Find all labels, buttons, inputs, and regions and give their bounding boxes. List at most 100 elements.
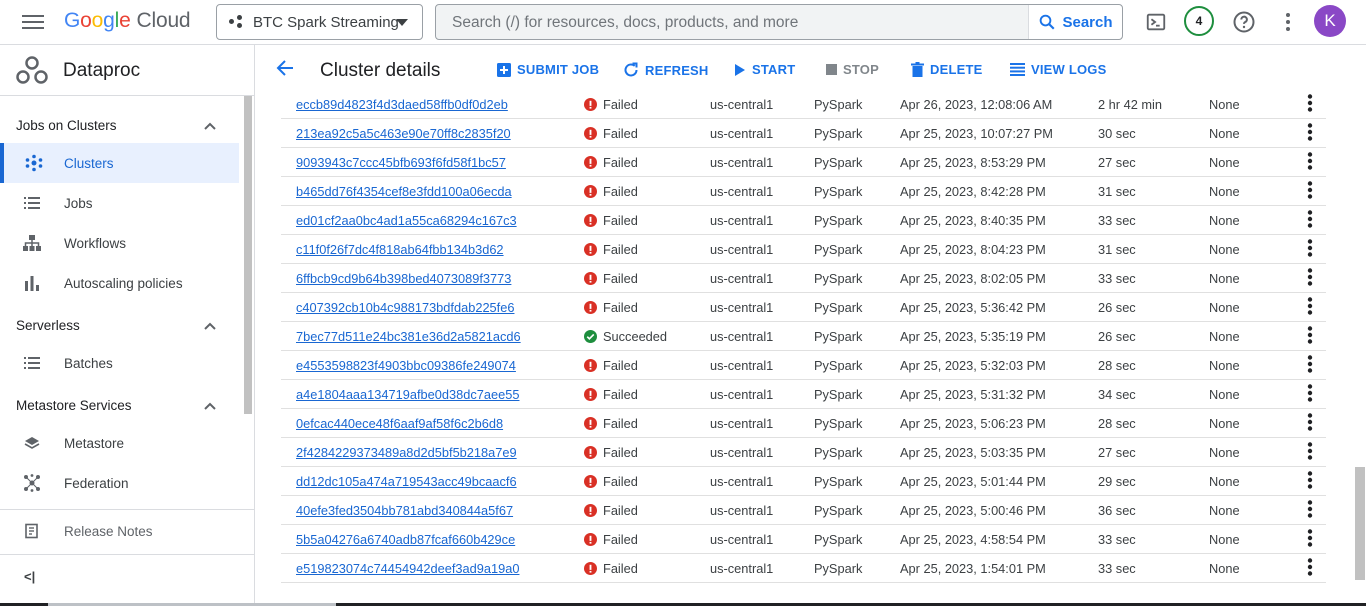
- page-title: Cluster details: [320, 60, 441, 81]
- row-actions-button[interactable]: [1293, 437, 1326, 467]
- section-serverless[interactable]: Serverless: [16, 318, 80, 333]
- labels-cell: None: [1209, 379, 1293, 409]
- sidebar-scrollbar[interactable]: [244, 96, 252, 414]
- row-actions-button[interactable]: [1293, 524, 1326, 554]
- refresh-button[interactable]: REFRESH: [623, 62, 709, 78]
- sidebar-item-federation[interactable]: Federation: [0, 463, 239, 503]
- elapsed-cell: 33 sec: [1098, 263, 1209, 293]
- table-row: c407392cb10b4c988173bdfdab225fe6 Failed us…: [281, 292, 1326, 322]
- back-arrow-icon[interactable]: [276, 59, 294, 77]
- sidebar-item-clusters[interactable]: Clusters: [0, 143, 239, 183]
- job-id-link[interactable]: 40efe3fed3504bb781abd340844a5f67: [296, 503, 513, 518]
- job-id-link[interactable]: dd12dc105a474a719543acc49bcaacf6: [296, 474, 517, 489]
- google-cloud-logo[interactable]: Google Cloud: [64, 9, 191, 33]
- sidebar-item-autoscaling[interactable]: Autoscaling policies: [0, 263, 239, 303]
- chevron-up-icon[interactable]: [204, 320, 216, 332]
- sidebar-item-batches[interactable]: Batches: [0, 343, 239, 383]
- job-id-link[interactable]: c407392cb10b4c988173bdfdab225fe6: [296, 300, 514, 315]
- row-actions-button[interactable]: [1293, 176, 1326, 206]
- job-id-link[interactable]: 7bec77d511e24bc381e36d2a5821acd6: [296, 329, 521, 344]
- status-text: Failed: [603, 502, 638, 518]
- row-actions-button[interactable]: [1293, 321, 1326, 351]
- chevron-up-icon[interactable]: [204, 400, 216, 412]
- job-id-link[interactable]: a4e1804aaa134719afbe0d38dc7aee55: [296, 387, 519, 402]
- job-id-link[interactable]: 2f4284229373489a8d2d5bf5b218a7e9: [296, 445, 517, 460]
- sidebar-item-metastore[interactable]: Metastore: [0, 423, 239, 463]
- job-id-link[interactable]: 0efcac440ece48f6aaf9af58f6c2b6d8: [296, 416, 503, 431]
- job-id-cell: 9093943c7ccc45bfb693f6fd58f1bc57: [281, 147, 584, 177]
- labels-cell: None: [1209, 437, 1293, 467]
- collapse-sidebar-icon[interactable]: <|: [24, 569, 35, 584]
- more-vert-icon: [1307, 93, 1312, 112]
- table-row: 2f4284229373489a8d2d5bf5b218a7e9 Failed us…: [281, 437, 1326, 467]
- delete-button[interactable]: DELETE: [911, 62, 982, 77]
- row-actions-button[interactable]: [1293, 553, 1326, 583]
- row-actions-button[interactable]: [1293, 263, 1326, 293]
- region-cell: us-central1: [710, 205, 814, 235]
- type-cell: PySpark: [814, 90, 900, 119]
- search-input[interactable]: Search (/) for resources, docs, products…: [452, 14, 798, 32]
- error-icon: [584, 271, 597, 285]
- sidebar-item-workflows[interactable]: Workflows: [0, 223, 239, 263]
- sidebar-item-jobs[interactable]: Jobs: [0, 183, 239, 223]
- section-metastore-services[interactable]: Metastore Services: [16, 398, 132, 413]
- submitted-cell: Apr 25, 2023, 1:54:01 PM: [900, 553, 1098, 583]
- notifications-badge[interactable]: 4: [1184, 6, 1214, 36]
- play-icon: [735, 63, 745, 76]
- submit-job-button[interactable]: SUBMIT JOB: [497, 62, 599, 77]
- hamburger-menu-icon[interactable]: [22, 12, 44, 32]
- job-id-link[interactable]: e4553598823f4903bbc09386fe249074: [296, 358, 516, 373]
- more-vert-icon: [1307, 354, 1312, 373]
- job-id-link[interactable]: e519823074c74454942deef3ad9a19a0: [296, 561, 519, 576]
- job-id-link[interactable]: 5b5a04276a6740adb87fcaf660b429ce: [296, 532, 515, 547]
- row-actions-button[interactable]: [1293, 408, 1326, 438]
- more-vert-icon: [1307, 499, 1312, 518]
- row-actions-button[interactable]: [1293, 466, 1326, 496]
- row-actions-button[interactable]: [1293, 292, 1326, 322]
- elapsed-cell: 33 sec: [1098, 553, 1209, 583]
- cloud-shell-icon[interactable]: [1144, 10, 1168, 34]
- row-actions-button[interactable]: [1293, 495, 1326, 525]
- section-jobs-on-clusters[interactable]: Jobs on Clusters: [16, 118, 117, 133]
- job-id-link[interactable]: 213ea92c5a5c463e90e70ff8c2835f20: [296, 126, 511, 141]
- status-text: Failed: [603, 154, 638, 170]
- view-logs-button[interactable]: VIEW LOGS: [1010, 62, 1106, 77]
- job-id-link[interactable]: c11f0f26f7dc4f818ab64fbb134b3d62: [296, 242, 504, 257]
- avatar[interactable]: K: [1314, 5, 1346, 37]
- submitted-cell: Apr 25, 2023, 5:03:35 PM: [900, 437, 1098, 467]
- type-cell: PySpark: [814, 553, 900, 583]
- row-actions-button[interactable]: [1293, 234, 1326, 264]
- elapsed-cell: 29 sec: [1098, 466, 1209, 496]
- job-id-link[interactable]: ed01cf2aa0bc4ad1a55ca68294c167c3: [296, 213, 517, 228]
- row-actions-button[interactable]: [1293, 90, 1326, 119]
- labels-cell: None: [1209, 321, 1293, 351]
- row-actions-button[interactable]: [1293, 147, 1326, 177]
- region-cell: us-central1: [710, 437, 814, 467]
- row-actions-button[interactable]: [1293, 350, 1326, 380]
- stop-button[interactable]: STOP: [826, 62, 879, 77]
- elapsed-cell: 28 sec: [1098, 408, 1209, 438]
- job-id-link[interactable]: 6ffbcb9cd9b64b398bed4073089f3773: [296, 271, 511, 286]
- job-id-link[interactable]: eccb89d4823f4d3daed58ffb0df0d2eb: [296, 97, 508, 112]
- status-cell: Failed: [584, 263, 710, 293]
- more-vert-icon[interactable]: [1276, 10, 1300, 34]
- job-id-cell: e4553598823f4903bbc09386fe249074: [281, 350, 584, 380]
- search-button[interactable]: Search: [1028, 5, 1122, 39]
- clusters-icon: [4, 154, 64, 172]
- job-id-link[interactable]: 9093943c7ccc45bfb693f6fd58f1bc57: [296, 155, 506, 170]
- job-id-cell: e519823074c74454942deef3ad9a19a0: [281, 553, 584, 583]
- more-vert-icon: [1307, 412, 1312, 431]
- row-actions-button[interactable]: [1293, 205, 1326, 235]
- more-vert-icon: [1307, 238, 1312, 257]
- search-bar[interactable]: Search (/) for resources, docs, products…: [435, 4, 1123, 40]
- chevron-up-icon[interactable]: [204, 120, 216, 132]
- main-scrollbar[interactable]: [1355, 467, 1365, 580]
- release-notes-link[interactable]: Release Notes: [0, 511, 239, 551]
- help-icon[interactable]: [1232, 10, 1256, 34]
- project-selector[interactable]: BTC Spark Streaming: [216, 4, 423, 40]
- start-button[interactable]: START: [734, 62, 795, 77]
- row-actions-button[interactable]: [1293, 118, 1326, 148]
- row-actions-button[interactable]: [1293, 379, 1326, 409]
- elapsed-cell: 33 sec: [1098, 205, 1209, 235]
- job-id-link[interactable]: b465dd76f4354cef8e3fdd100a06ecda: [296, 184, 512, 199]
